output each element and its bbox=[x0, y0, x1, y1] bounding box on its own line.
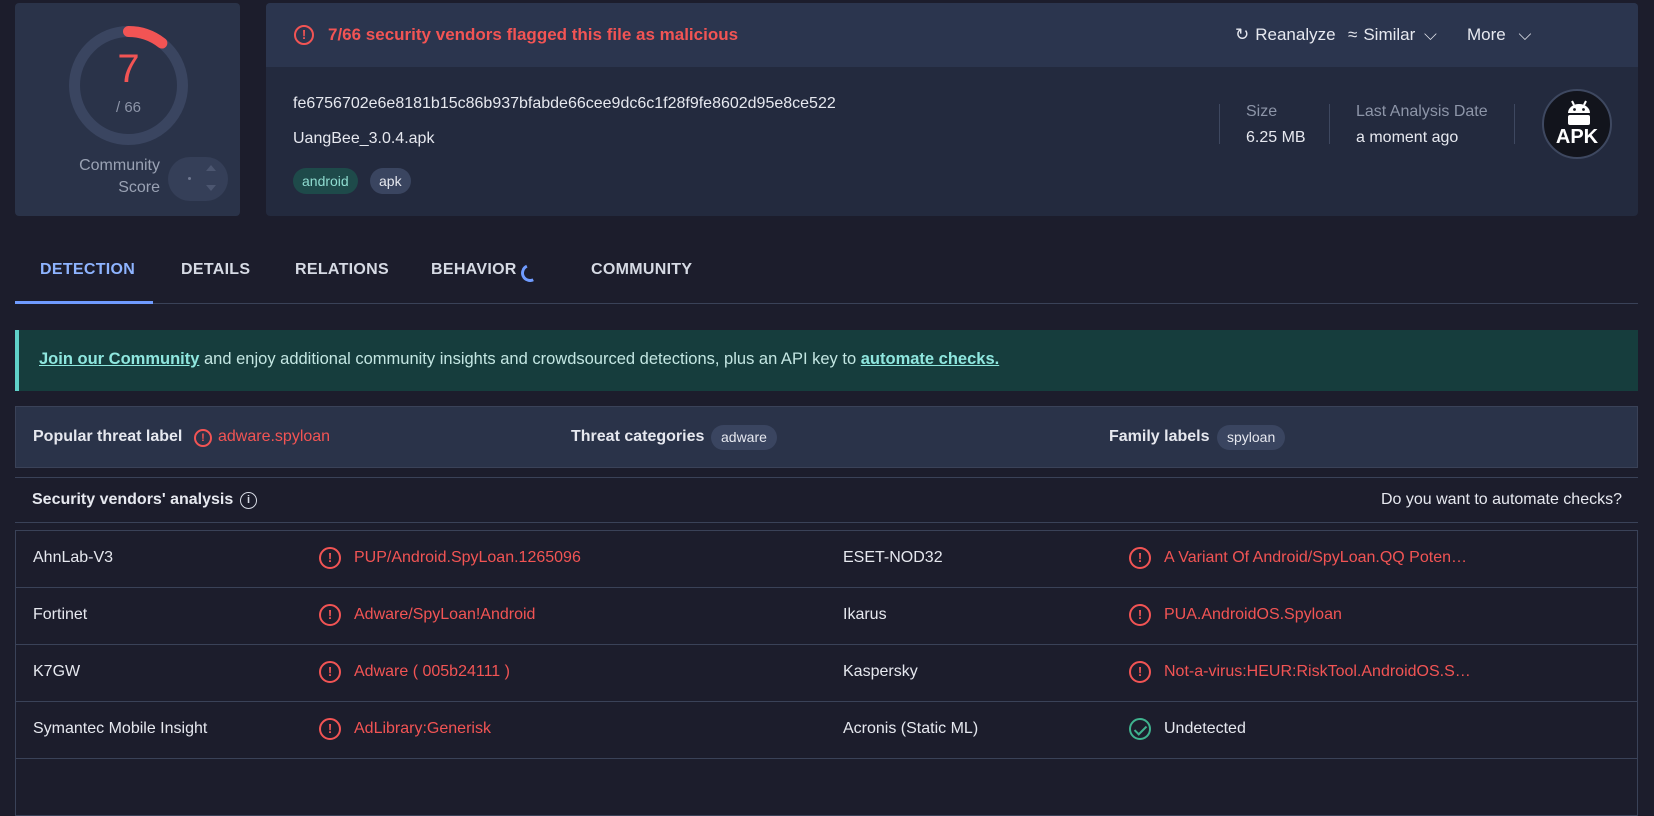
threat-categories-label: Threat categories bbox=[571, 428, 705, 445]
table-row: AhnLab-V3 ! PUP/Android.SpyLoan.1265096 … bbox=[16, 531, 1637, 588]
tag-android[interactable]: android bbox=[293, 168, 358, 194]
tab-community[interactable]: COMMUNITY bbox=[591, 261, 692, 279]
similar-button[interactable]: ≈ Similar ⌵ bbox=[1348, 25, 1437, 45]
refresh-icon: ↻ bbox=[1235, 25, 1250, 44]
table-row bbox=[16, 759, 1637, 816]
android-icon bbox=[1568, 100, 1590, 125]
vendor-name: Acronis (Static ML) bbox=[843, 720, 979, 737]
info-icon[interactable]: i bbox=[240, 492, 257, 509]
vendor-name: Ikarus bbox=[843, 606, 887, 623]
vote-down-icon[interactable] bbox=[206, 185, 216, 191]
malicious-alert-icon: ! bbox=[319, 604, 341, 626]
apk-file-type-icon: APK bbox=[1542, 89, 1612, 159]
last-analysis-label: Last Analysis Date bbox=[1356, 103, 1488, 120]
vendor-name: Fortinet bbox=[33, 606, 88, 623]
chevron-down-icon: ⌵ bbox=[1518, 25, 1532, 44]
tab-relations[interactable]: RELATIONS bbox=[295, 261, 389, 279]
divider bbox=[1514, 104, 1515, 144]
file-hash[interactable]: fe6756702e6e8181b15c86b937bfabde66cee9dc… bbox=[293, 95, 836, 113]
community-score-value bbox=[188, 177, 191, 180]
reanalyze-button[interactable]: ↻ Reanalyze bbox=[1235, 25, 1336, 45]
table-row: Fortinet ! Adware/SpyLoan!Android Ikarus… bbox=[16, 588, 1637, 645]
detection-result: AdLibrary:Generisk bbox=[354, 720, 491, 737]
vote-up-icon[interactable] bbox=[206, 165, 216, 171]
malicious-alert-icon: ! bbox=[1129, 547, 1151, 569]
detection-total: / 66 bbox=[115, 99, 142, 116]
malicious-alert-icon: ! bbox=[319, 547, 341, 569]
file-header-card: ! 7/66 security vendors flagged this fil… bbox=[266, 3, 1638, 216]
detection-result: Adware/SpyLoan!Android bbox=[354, 606, 536, 623]
alert-text: 7/66 security vendors flagged this file … bbox=[328, 25, 739, 44]
join-community-link[interactable]: Join our Community bbox=[39, 350, 199, 368]
threat-labels-row: Popular threat label ! adware.spyloan Th… bbox=[15, 406, 1638, 468]
family-labels-label: Family labels bbox=[1109, 428, 1210, 445]
tab-detection[interactable]: DETECTION bbox=[40, 261, 135, 279]
similar-icon: ≈ bbox=[1348, 25, 1358, 44]
chevron-down-icon: ⌵ bbox=[1424, 25, 1437, 44]
popular-threat-label: Popular threat label bbox=[33, 428, 183, 445]
family-label-pill[interactable]: spyloan bbox=[1217, 425, 1286, 450]
vendors-analysis-header: Security vendors' analysis i Do you want… bbox=[15, 477, 1638, 523]
malicious-alert-icon: ! bbox=[319, 661, 341, 683]
tab-bar: DETECTION DETAILS RELATIONS BEHAVIOR COM… bbox=[15, 246, 1638, 304]
file-name: UangBee_3.0.4.apk bbox=[293, 130, 435, 147]
divider bbox=[1219, 104, 1220, 144]
alert-icon: ! bbox=[194, 429, 212, 447]
detection-result: A Variant Of Android/SpyLoan.QQ Poten… bbox=[1164, 549, 1467, 566]
community-banner: Join our Community and enjoy additional … bbox=[15, 330, 1638, 391]
vendor-name: Symantec Mobile Insight bbox=[33, 720, 208, 737]
automate-checks-prompt[interactable]: Do you want to automate checks? bbox=[1381, 491, 1622, 509]
community-vote-control[interactable] bbox=[168, 157, 228, 201]
detection-count: 7 bbox=[117, 47, 140, 91]
detection-result: PUA.AndroidOS.Spyloan bbox=[1164, 606, 1342, 623]
malicious-alert-icon: ! bbox=[1129, 661, 1151, 683]
detection-result: Undetected bbox=[1164, 720, 1246, 737]
tab-behavior[interactable]: BEHAVIOR bbox=[431, 261, 517, 279]
divider bbox=[1329, 104, 1330, 144]
detection-result: PUP/Android.SpyLoan.1265096 bbox=[354, 549, 581, 566]
vendors-analysis-title: Security vendors' analysis bbox=[32, 491, 234, 508]
alert-icon: ! bbox=[294, 25, 314, 45]
community-score-label: Community Score bbox=[79, 157, 160, 196]
vendor-name: ESET-NOD32 bbox=[843, 549, 943, 566]
automate-checks-link[interactable]: automate checks. bbox=[861, 350, 999, 368]
vendor-name: K7GW bbox=[33, 663, 81, 680]
vendor-name: AhnLab-V3 bbox=[33, 549, 114, 566]
banner-text: Join our Community and enjoy additional … bbox=[39, 350, 1000, 368]
detection-score-card: 7 / 66 Community Score bbox=[15, 3, 240, 216]
loading-spinner-icon bbox=[518, 261, 542, 285]
table-row: Symantec Mobile Insight ! AdLibrary:Gene… bbox=[16, 702, 1637, 759]
vendor-name: Kaspersky bbox=[843, 663, 918, 680]
detection-result: Not-a-virus:HEUR:RiskTool.AndroidOS.S… bbox=[1164, 663, 1471, 680]
tab-details[interactable]: DETAILS bbox=[181, 261, 250, 279]
vendors-table: AhnLab-V3 ! PUP/Android.SpyLoan.1265096 … bbox=[15, 530, 1638, 816]
alert-bar: ! 7/66 security vendors flagged this fil… bbox=[266, 3, 1638, 67]
detection-result: Adware ( 005b24111 ) bbox=[354, 663, 510, 680]
undetected-check-icon bbox=[1129, 718, 1151, 740]
size-label: Size bbox=[1246, 103, 1278, 120]
size-value: 6.25 MB bbox=[1246, 129, 1306, 146]
table-row: K7GW ! Adware ( 005b24111 ) Kaspersky ! … bbox=[16, 645, 1637, 702]
threat-category-pill[interactable]: adware bbox=[711, 425, 777, 450]
tag-apk[interactable]: apk bbox=[370, 168, 411, 194]
last-analysis-value: a moment ago bbox=[1356, 129, 1459, 146]
more-button[interactable]: More ⌵ bbox=[1467, 25, 1531, 45]
popular-threat-value[interactable]: adware.spyloan bbox=[218, 428, 330, 446]
malicious-alert-icon: ! bbox=[1129, 604, 1151, 626]
active-tab-indicator bbox=[15, 301, 153, 304]
malicious-alert-icon: ! bbox=[319, 718, 341, 740]
